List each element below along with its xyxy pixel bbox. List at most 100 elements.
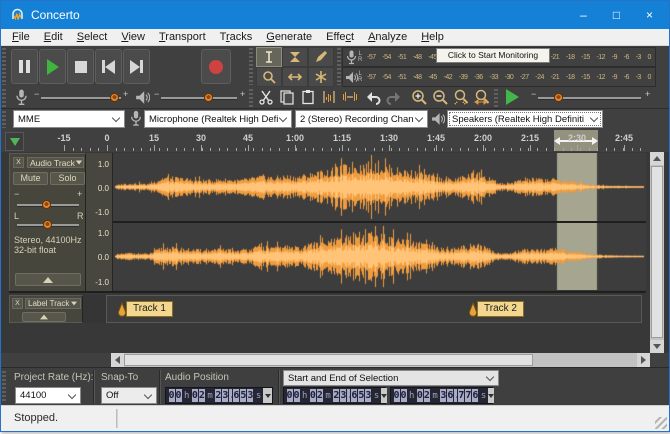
- zoom-to-selection-button[interactable]: [451, 88, 471, 106]
- paste-button[interactable]: [298, 88, 318, 106]
- label-track-lane[interactable]: Track 1 Track 2: [106, 295, 642, 323]
- toolbar-grip[interactable]: [249, 48, 253, 85]
- label-text[interactable]: Track 1: [126, 301, 173, 317]
- maximize-button-icon[interactable]: □: [600, 1, 633, 29]
- audio-position-field[interactable]: 00h02m23.653s: [165, 387, 273, 404]
- toolbar-grip[interactable]: [2, 111, 6, 128]
- zoom-in-button[interactable]: [409, 88, 429, 106]
- zoom-tool-button[interactable]: [256, 67, 282, 87]
- time-digit[interactable]: 7: [465, 389, 471, 402]
- recording-volume-handle[interactable]: [110, 93, 119, 102]
- redo-button[interactable]: [384, 88, 404, 106]
- time-digit[interactable]: .: [229, 389, 232, 402]
- skip-to-start-button[interactable]: [95, 49, 122, 84]
- time-digit[interactable]: 3: [247, 389, 253, 402]
- waveform-right-channel[interactable]: [113, 223, 646, 290]
- title-bar[interactable]: Concerto – □ ×: [1, 1, 669, 29]
- menu-item-effect[interactable]: Effect: [319, 31, 361, 43]
- audio-track-close-button[interactable]: X: [13, 157, 24, 168]
- timeline-ruler[interactable]: -1501530451:001:151:301:452:002:152:302:…: [1, 130, 669, 153]
- time-digit[interactable]: .: [347, 389, 350, 402]
- toolbar-grip[interactable]: [337, 48, 341, 85]
- time-digit[interactable]: 6: [351, 389, 357, 402]
- playback-volume-slider[interactable]: [161, 97, 237, 100]
- waveform-left-channel[interactable]: [113, 153, 646, 221]
- time-digit[interactable]: 7: [458, 389, 464, 402]
- play-button[interactable]: [39, 49, 66, 84]
- solo-button[interactable]: Solo: [50, 172, 85, 185]
- cut-button[interactable]: [256, 88, 276, 106]
- toolbar-grip[interactable]: [2, 371, 6, 403]
- vertical-scrollbar[interactable]: [650, 152, 664, 353]
- label-track-collapse-button[interactable]: [22, 312, 66, 322]
- time-digit[interactable]: 6: [472, 389, 478, 402]
- skip-to-end-button[interactable]: [123, 49, 150, 84]
- scroll-up-button[interactable]: [650, 152, 664, 165]
- selection-mode-select[interactable]: Start and End of Selection: [283, 370, 499, 386]
- menu-item-analyze[interactable]: Analyze: [361, 31, 414, 43]
- menu-item-file[interactable]: File: [5, 31, 37, 43]
- time-digit[interactable]: 3: [365, 389, 371, 402]
- playback-meter[interactable]: LR -57-54-51-48-45-42-39-36-33-30-27-24-…: [342, 67, 656, 87]
- label-text[interactable]: Track 2: [477, 301, 524, 317]
- minimize-button-icon[interactable]: –: [567, 1, 600, 29]
- toolbar-grip[interactable]: [2, 89, 6, 107]
- audio-track-menu-button[interactable]: Audio Track: [27, 157, 84, 168]
- stop-button[interactable]: [67, 49, 94, 84]
- scroll-down-button[interactable]: [650, 340, 664, 353]
- audio-track-collapse-button[interactable]: [15, 273, 81, 286]
- menu-item-edit[interactable]: Edit: [37, 31, 70, 43]
- recording-channels-select[interactable]: 2 (Stereo) Recording Channels: [295, 110, 428, 128]
- time-digit[interactable]: 3: [440, 389, 446, 402]
- label-track-close-button[interactable]: X: [12, 298, 23, 309]
- time-digit[interactable]: 0: [394, 389, 400, 402]
- vertical-scale-ruler[interactable]: 1.0 0.0 -1.0 1.0 0.0 -1.0: [86, 153, 113, 292]
- zoom-fit-button[interactable]: [472, 88, 492, 106]
- undo-button[interactable]: [363, 88, 383, 106]
- envelope-tool-button[interactable]: [282, 47, 308, 67]
- time-field-dropdown[interactable]: [381, 388, 387, 403]
- zoom-out-button[interactable]: [430, 88, 450, 106]
- toolbar-grip[interactable]: [2, 48, 6, 85]
- resize-grip[interactable]: [655, 417, 667, 429]
- draw-tool-button[interactable]: [308, 47, 334, 67]
- project-rate-select[interactable]: 44100: [15, 387, 81, 404]
- time-digit[interactable]: 0: [310, 389, 316, 402]
- scroll-left-button[interactable]: [111, 353, 124, 367]
- mute-button[interactable]: Mute: [13, 172, 48, 185]
- gain-slider-handle[interactable]: [42, 200, 51, 209]
- time-digit[interactable]: 5: [358, 389, 364, 402]
- track-area[interactable]: X Audio Track Mute Solo − + L R Stereo, …: [1, 152, 669, 353]
- time-digit[interactable]: 0: [417, 389, 423, 402]
- trim-audio-button[interactable]: [319, 88, 339, 106]
- playback-volume-handle[interactable]: [204, 93, 213, 102]
- time-shift-tool-button[interactable]: [282, 67, 308, 87]
- toolbar-grip[interactable]: [494, 89, 498, 107]
- play-speed-handle[interactable]: [554, 93, 563, 102]
- time-digit[interactable]: 0: [294, 389, 300, 402]
- horizontal-scroll-thumb[interactable]: [124, 354, 533, 366]
- recording-device-select[interactable]: Microphone (Realtek High Defini: [144, 110, 292, 128]
- time-digit[interactable]: 2: [317, 389, 323, 402]
- time-digit[interactable]: 3: [340, 389, 346, 402]
- menu-item-help[interactable]: Help: [414, 31, 451, 43]
- time-digit[interactable]: 0: [169, 389, 175, 402]
- vertical-scroll-thumb[interactable]: [651, 166, 663, 338]
- audio-host-select[interactable]: MME: [13, 110, 125, 128]
- selection-tool-button[interactable]: [256, 47, 282, 67]
- menu-item-view[interactable]: View: [114, 31, 152, 43]
- time-digit[interactable]: 6: [233, 389, 239, 402]
- selection-end-field[interactable]: 00h02m36.776s: [390, 387, 493, 404]
- time-digit[interactable]: .: [454, 389, 457, 402]
- selection-start-field[interactable]: 00h02m23.653s: [283, 387, 386, 404]
- menu-item-generate[interactable]: Generate: [259, 31, 319, 43]
- time-digit[interactable]: 0: [287, 389, 293, 402]
- close-button-icon[interactable]: ×: [633, 1, 666, 29]
- time-field-dropdown[interactable]: [263, 388, 272, 403]
- snap-to-select[interactable]: Off: [101, 387, 157, 404]
- menu-item-select[interactable]: Select: [70, 31, 115, 43]
- time-digit[interactable]: 5: [240, 389, 246, 402]
- copy-button[interactable]: [277, 88, 297, 106]
- time-digit[interactable]: 0: [401, 389, 407, 402]
- play-at-speed-button[interactable]: [501, 88, 524, 106]
